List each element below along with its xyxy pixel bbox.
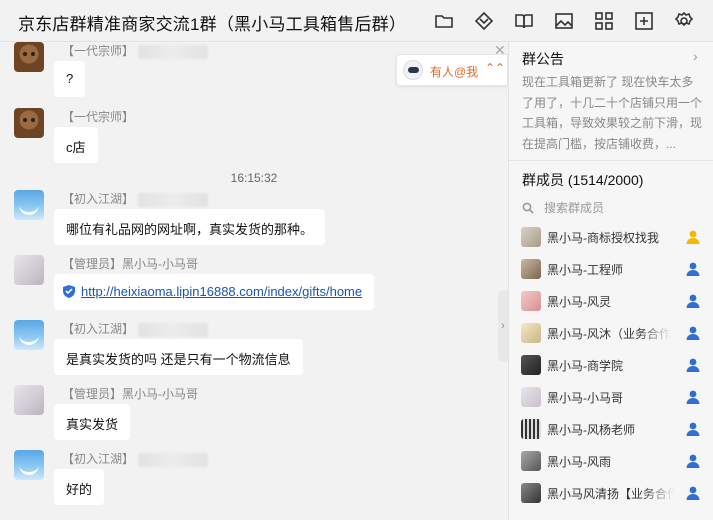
member-avatar bbox=[521, 291, 541, 311]
folder-icon[interactable] bbox=[433, 10, 455, 32]
sender-name: 【一代宗师】 bbox=[62, 44, 135, 58]
member-avatar bbox=[521, 419, 541, 439]
sender-name: 【初入江湖】 bbox=[62, 322, 135, 336]
notice-title[interactable]: 群公告 bbox=[522, 49, 564, 69]
message-bubble[interactable]: ? bbox=[54, 61, 86, 97]
admin-badge-icon bbox=[685, 453, 701, 469]
sender-name: 【管理员】黑小马-小马哥 bbox=[62, 257, 198, 271]
admin-badge-icon bbox=[685, 293, 701, 309]
message-bubble[interactable]: 是真实发货的吗 还是只有一个物流信息 bbox=[54, 339, 303, 375]
add-icon[interactable] bbox=[633, 10, 655, 32]
app-icon[interactable] bbox=[473, 10, 495, 32]
avatar[interactable] bbox=[14, 450, 44, 480]
title-bar: 京东店群精准商家交流1群（黑小马工具箱售后群） bbox=[0, 0, 713, 42]
mention-notice[interactable]: 有人@我 ⌃⌃ bbox=[396, 54, 508, 86]
admin-badge-icon bbox=[685, 389, 701, 405]
chevron-up-icon: ⌃⌃ bbox=[485, 61, 506, 75]
owner-badge-icon bbox=[685, 229, 701, 245]
message-bubble[interactable]: http://heixiaoma.lipin16888.com/index/gi… bbox=[54, 274, 375, 310]
settings-icon[interactable] bbox=[673, 10, 695, 32]
avatar[interactable] bbox=[14, 255, 44, 285]
sender-name: 【初入江湖】 bbox=[62, 192, 135, 206]
member-item[interactable]: 黑小马-风灵 bbox=[509, 286, 713, 318]
member-avatar bbox=[521, 483, 541, 503]
avatar[interactable] bbox=[14, 42, 44, 72]
timestamp: 16:15:32 bbox=[230, 171, 278, 185]
message-bubble[interactable]: 真实发货 bbox=[54, 404, 131, 440]
member-name: 黑小马-小马哥 bbox=[547, 391, 623, 405]
members-title: 群成员 (1514/2000) bbox=[522, 172, 644, 188]
gifts-link[interactable]: http://heixiaoma.lipin16888.com/index/gi… bbox=[81, 284, 362, 299]
grid-icon[interactable] bbox=[593, 10, 615, 32]
member-name: 黑小马-风雨 bbox=[547, 455, 611, 469]
divider bbox=[509, 160, 713, 161]
member-name: 黑小马-风灵 bbox=[547, 295, 611, 309]
admin-badge-icon bbox=[685, 261, 701, 277]
member-name: 黑小马风清扬【业务合作 bbox=[547, 487, 675, 501]
member-item[interactable]: 黑小马-商学院 bbox=[509, 350, 713, 382]
member-avatar bbox=[521, 355, 541, 375]
member-avatar bbox=[521, 323, 541, 343]
admin-badge-icon bbox=[685, 357, 701, 373]
member-item[interactable]: 黑小马-风杨老师 bbox=[509, 414, 713, 446]
admin-badge-icon bbox=[685, 421, 701, 437]
avatar[interactable] bbox=[14, 385, 44, 415]
member-avatar bbox=[521, 451, 541, 471]
member-item[interactable]: 黑小马风清扬【业务合作 bbox=[509, 478, 713, 510]
member-name: 黑小马-商学院 bbox=[547, 359, 623, 373]
member-item[interactable]: 黑小马-风雨 bbox=[509, 446, 713, 478]
chevron-right-icon[interactable]: › bbox=[498, 290, 508, 362]
message-bubble[interactable]: 好的 bbox=[54, 469, 105, 505]
member-avatar bbox=[521, 259, 541, 279]
search-placeholder: 搜索群成员 bbox=[544, 201, 605, 215]
member-avatar bbox=[521, 227, 541, 247]
shield-icon bbox=[63, 285, 75, 298]
avatar[interactable] bbox=[14, 320, 44, 350]
robot-avatar-icon bbox=[403, 60, 423, 80]
message-bubble[interactable]: c店 bbox=[54, 127, 98, 163]
member-name: 黑小马-商标授权找我 bbox=[547, 231, 659, 245]
member-name: 黑小马-风杨老师 bbox=[547, 423, 635, 437]
group-sidebar: 群公告 › 现在工具箱更新了 现在快车太多了用了，十几二十个店铺只用一个工具箱，… bbox=[508, 42, 713, 520]
chat-area[interactable]: ✕ 【一代宗师】 ? 有人@我 ⌃⌃ 【一代宗师】 c店 16:15:32 【初… bbox=[0, 42, 508, 520]
sender-name: 【初入江湖】 bbox=[62, 452, 135, 466]
admin-badge-icon bbox=[685, 325, 701, 341]
chevron-right-icon[interactable]: › bbox=[693, 48, 698, 64]
book-icon[interactable] bbox=[513, 10, 535, 32]
image-icon[interactable] bbox=[553, 10, 575, 32]
member-item[interactable]: 黑小马-风沐（业务合作 bbox=[509, 318, 713, 350]
member-avatar bbox=[521, 387, 541, 407]
avatar[interactable] bbox=[14, 108, 44, 138]
notice-text[interactable]: 现在工具箱更新了 现在快车太多了用了，十几二十个店铺只用一个工具箱，导致效果较之… bbox=[522, 72, 702, 154]
member-item[interactable]: 黑小马-商标授权找我 bbox=[509, 222, 713, 254]
search-icon bbox=[522, 202, 534, 214]
sender-name: 【一代宗师】 bbox=[62, 110, 135, 124]
member-name: 黑小马-风沐（业务合作 bbox=[547, 327, 671, 341]
window-title: 京东店群精准商家交流1群（黑小马工具箱售后群） bbox=[18, 15, 407, 34]
admin-badge-icon bbox=[685, 485, 701, 501]
mention-label: 有人@我 bbox=[430, 65, 479, 79]
member-search-input[interactable]: 搜索群成员 bbox=[522, 199, 604, 216]
avatar[interactable] bbox=[14, 190, 44, 220]
sender-name: 【管理员】黑小马-小马哥 bbox=[62, 387, 198, 401]
member-item[interactable]: 黑小马-小马哥 bbox=[509, 382, 713, 414]
member-item[interactable]: 黑小马-工程师 bbox=[509, 254, 713, 286]
member-name: 黑小马-工程师 bbox=[547, 263, 623, 277]
message-bubble[interactable]: 哪位有礼品网的网址啊，真实发货的那种。 bbox=[54, 209, 326, 245]
